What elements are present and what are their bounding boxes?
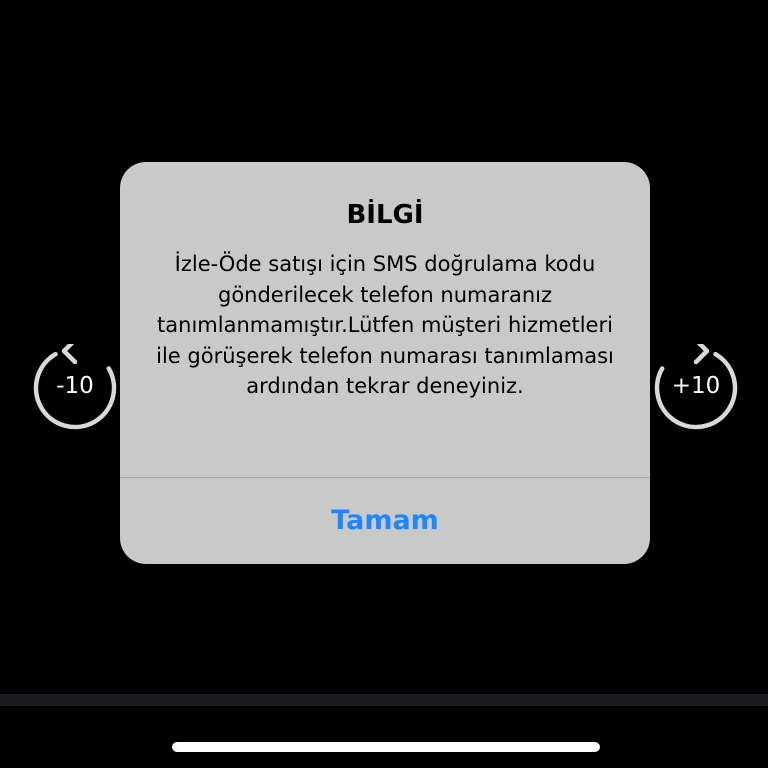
forward-10-button[interactable]: +10	[652, 344, 740, 432]
video-player: -10 +10 BİLGİ İzle-Öde satışı için SMS d…	[0, 0, 768, 768]
ok-button[interactable]: Tamam	[120, 478, 650, 564]
home-indicator[interactable]	[172, 742, 600, 752]
bottom-bar	[0, 694, 768, 706]
rewind-label: -10	[56, 373, 94, 399]
forward-label: +10	[671, 373, 721, 399]
info-alert-dialog: BİLGİ İzle-Öde satışı için SMS doğrulama…	[120, 162, 650, 564]
alert-message: İzle-Öde satışı için SMS doğrulama kodu …	[156, 252, 614, 398]
alert-title: BİLGİ	[346, 200, 424, 230]
rewind-10-button[interactable]: -10	[31, 344, 119, 432]
